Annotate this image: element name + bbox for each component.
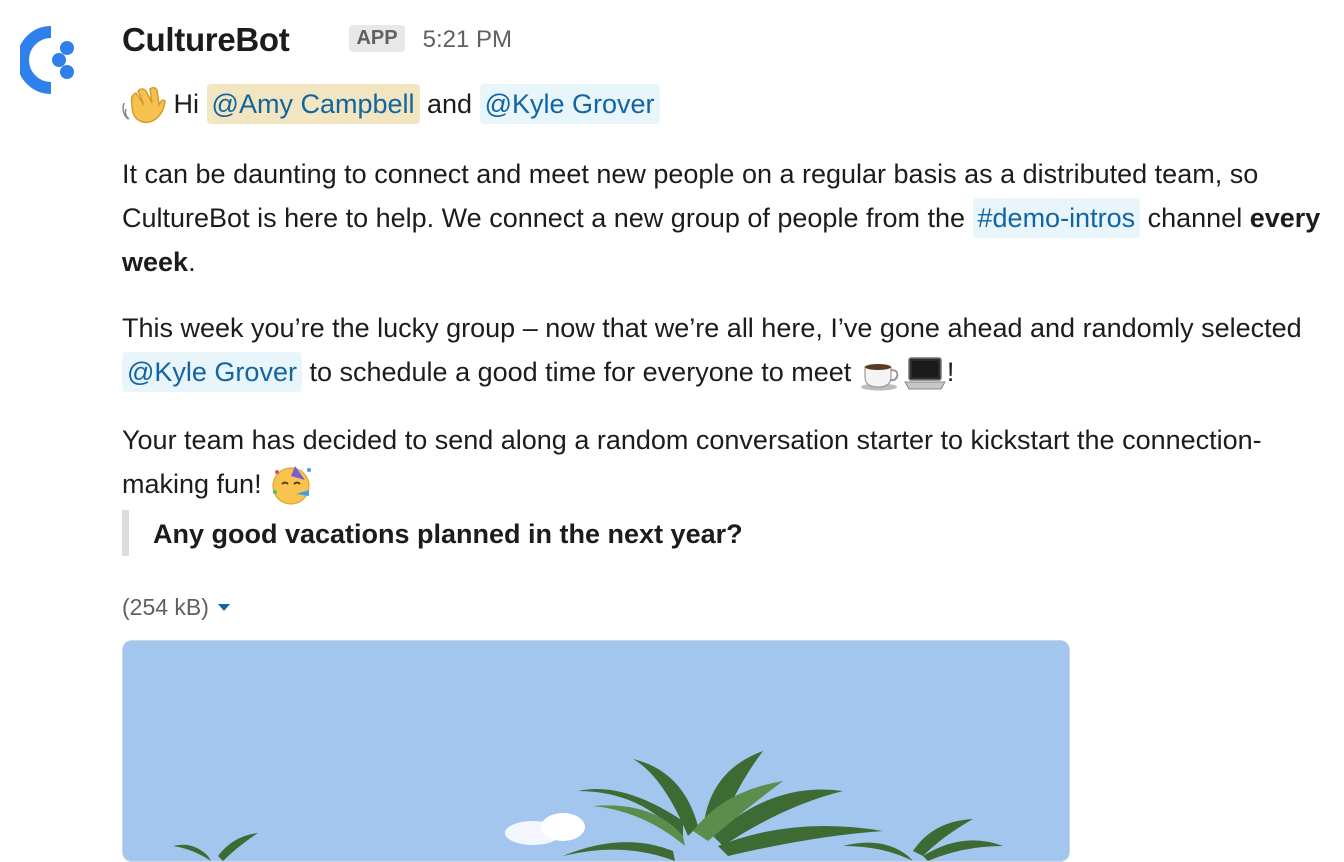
greeting-line: Hi @Amy Campbell and @Kyle Grover: [122, 82, 1332, 128]
laptop-icon: [903, 352, 947, 396]
paragraph-2-text-c: !: [946, 357, 955, 387]
author-name[interactable]: CultureBot: [122, 21, 290, 59]
mention-kyle-grover[interactable]: @Kyle Grover: [479, 84, 660, 124]
greeting-conjunction: and: [427, 89, 473, 119]
coffee-icon: [859, 352, 903, 396]
paragraph-1-text-b: channel: [1147, 203, 1243, 233]
palm-tree-illustration: [123, 641, 1069, 861]
timestamp[interactable]: 5:21 PM: [423, 26, 512, 54]
paragraph-3: Your team has decided to send along a ra…: [122, 418, 1332, 509]
caret-down-icon[interactable]: [217, 604, 230, 611]
attachment-size: (254 kB): [122, 594, 209, 620]
paragraph-2-text-a: This week you’re the lucky group – now t…: [122, 313, 1302, 343]
conversation-starter-quote: Any good vacations planned in the next y…: [122, 510, 743, 556]
paragraph-1-text-c: .: [188, 247, 196, 277]
message-header: CultureBot APP 5:21 PM: [122, 18, 512, 62]
app-badge: APP: [349, 24, 405, 52]
paragraph-1: It can be daunting to connect and meet n…: [122, 152, 1332, 284]
greeting-prefix: Hi: [173, 89, 200, 119]
channel-link-demo-intros[interactable]: #demo-intros: [972, 198, 1141, 238]
mention-kyle-grover-2[interactable]: @Kyle Grover: [122, 352, 302, 392]
partying-face-icon: [269, 462, 315, 509]
paragraph-2-text-b: to schedule a good time for everyone to …: [309, 357, 852, 387]
mention-amy-campbell[interactable]: @Amy Campbell: [206, 84, 420, 124]
waving-hand-icon: [122, 83, 166, 128]
attachment-image[interactable]: [122, 640, 1070, 862]
paragraph-2: This week you’re the lucky group – now t…: [122, 306, 1332, 396]
attachment-toggle[interactable]: (254 kB): [122, 594, 230, 621]
culturebot-logo-icon[interactable]: [17, 24, 82, 96]
